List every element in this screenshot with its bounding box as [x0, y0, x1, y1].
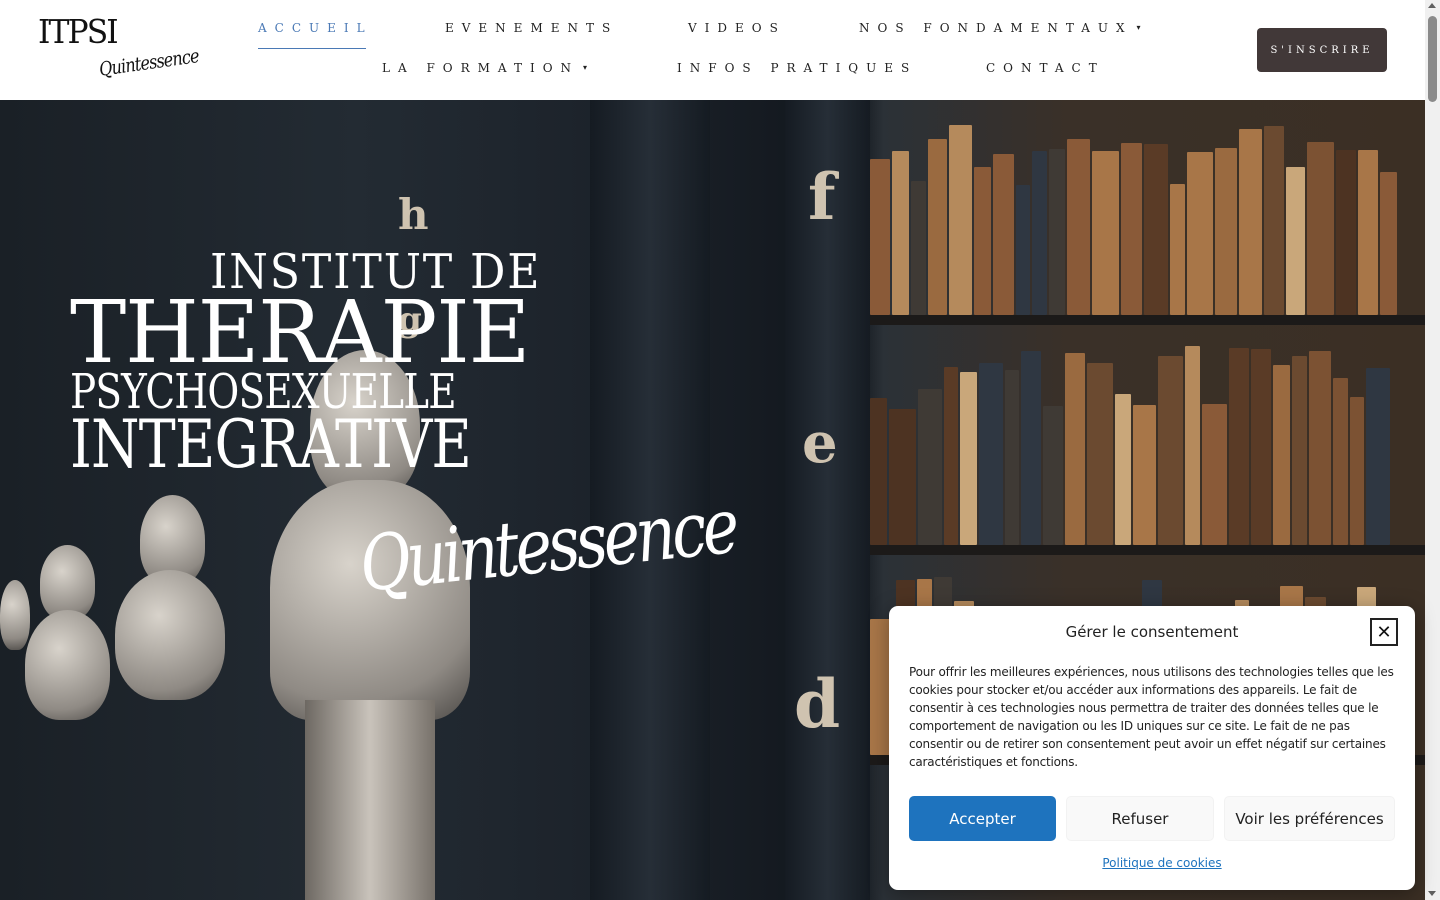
chevron-down-icon: ▾ — [1136, 23, 1141, 32]
nav-infos-pratiques-label: INFOS PRATIQUES — [677, 61, 918, 75]
book-spine — [1251, 349, 1271, 545]
book-spine — [1170, 184, 1185, 315]
scroll-thumb[interactable] — [1428, 16, 1437, 102]
book-spine — [1229, 348, 1249, 545]
book-spine — [1032, 151, 1047, 315]
nav-videos-label: VIDEOS — [688, 21, 786, 35]
book-spine — [1350, 397, 1364, 545]
nav-evenements[interactable]: EVENEMENTS — [445, 21, 618, 35]
close-icon[interactable]: ✕ — [1370, 618, 1398, 646]
site-header: ITPSI Quintessence ACCUEIL EVENEMENTS VI… — [0, 0, 1425, 100]
book-spine — [1005, 370, 1019, 545]
site-logo[interactable]: ITPSI Quintessence — [38, 12, 200, 92]
book-spine — [993, 154, 1014, 315]
book-spine — [1333, 378, 1348, 545]
book-spine — [1115, 394, 1131, 545]
book-spine — [949, 125, 972, 315]
nav-contact[interactable]: CONTACT — [986, 61, 1105, 75]
shelf-letter-h: h — [398, 190, 429, 239]
book-spine — [1021, 351, 1041, 545]
book-spine — [974, 167, 991, 315]
book-spine — [1158, 356, 1183, 545]
bust-torso — [25, 610, 110, 720]
book-spine — [1239, 129, 1262, 315]
scroll-down-arrow-icon[interactable] — [1428, 891, 1436, 896]
book-spine — [944, 367, 958, 545]
book-spine — [1187, 152, 1213, 315]
book-spine — [1043, 406, 1063, 545]
book-spine — [1307, 142, 1334, 315]
book-spine — [1215, 148, 1237, 315]
nav-accueil[interactable]: ACCUEIL — [258, 21, 373, 35]
book-spine — [1121, 143, 1142, 315]
nav-la-formation-label: LA FORMATION — [382, 61, 580, 75]
scroll-up-arrow-icon[interactable] — [1428, 3, 1436, 8]
book-spine — [1264, 126, 1284, 315]
nav-infos-pratiques[interactable]: INFOS PRATIQUES — [677, 61, 917, 75]
book-spine — [1144, 144, 1168, 315]
active-nav-underline — [258, 48, 366, 49]
accept-button[interactable]: Accepter — [909, 796, 1056, 841]
cookie-consent-modal: Gérer le consentement ✕ Pour offrir les … — [889, 606, 1415, 890]
refuse-button[interactable]: Refuser — [1066, 796, 1214, 841]
shelf-letter-e: e — [802, 410, 838, 476]
cookie-modal-text: Pour offrir les meilleures expériences, … — [909, 665, 1394, 769]
shelf-letter-d: d — [794, 665, 841, 743]
book-spine — [1336, 150, 1356, 315]
cookie-policy-link[interactable]: Politique de cookies — [909, 856, 1415, 870]
book-spine — [1358, 150, 1378, 315]
book-spine — [870, 159, 890, 315]
book-spine — [1292, 356, 1307, 545]
chevron-down-icon: ▾ — [583, 63, 588, 72]
book-spine — [1202, 404, 1227, 545]
hero-title-line-4: INTEGRATIVE — [70, 406, 472, 483]
bust-torso — [115, 570, 225, 700]
book-spine — [1065, 353, 1085, 545]
book-spine — [918, 389, 942, 545]
book-spine — [960, 372, 977, 545]
book-spine — [1067, 139, 1090, 315]
bust-pedestal — [305, 700, 435, 900]
page-scrollbar[interactable] — [1425, 0, 1440, 900]
book-spine — [928, 139, 947, 315]
shelf-board — [870, 545, 1425, 555]
signup-button[interactable]: S'INSCRIRE — [1257, 28, 1387, 72]
nav-nos-fondamentaux[interactable]: NOS FONDAMENTAUX ▾ — [859, 21, 1141, 35]
book-spine — [911, 181, 926, 315]
cookie-modal-title: Gérer le consentement — [1065, 623, 1239, 641]
nav-evenements-label: EVENEMENTS — [445, 21, 619, 35]
bust-head — [40, 545, 95, 620]
book-spine — [1092, 151, 1119, 315]
view-preferences-button[interactable]: Voir les préférences — [1224, 796, 1395, 841]
book-spine — [1049, 149, 1065, 315]
book-spine — [1185, 346, 1200, 545]
bust-head — [0, 580, 30, 650]
logo-wordmark: ITPSI — [38, 12, 119, 51]
nav-contact-label: CONTACT — [986, 61, 1105, 75]
shelf-letter-f: f — [808, 160, 836, 235]
book-spine — [979, 363, 1003, 545]
book-spine — [1133, 405, 1156, 545]
book-spine — [889, 409, 916, 545]
book-spine — [1309, 351, 1331, 545]
book-spine — [1016, 185, 1030, 315]
book-spine — [870, 398, 887, 545]
nav-la-formation[interactable]: LA FORMATION ▾ — [382, 61, 587, 75]
nav-accueil-label: ACCUEIL — [258, 21, 373, 35]
book-spine — [892, 151, 909, 315]
book-spine — [1366, 368, 1390, 545]
nav-videos[interactable]: VIDEOS — [688, 21, 786, 35]
nav-nos-fondamentaux-label: NOS FONDAMENTAUX — [859, 21, 1133, 35]
book-spine — [1380, 172, 1397, 315]
book-spine — [1087, 363, 1113, 545]
book-spine — [1286, 167, 1305, 315]
shelf-board — [870, 315, 1425, 325]
book-spine — [1273, 365, 1290, 545]
